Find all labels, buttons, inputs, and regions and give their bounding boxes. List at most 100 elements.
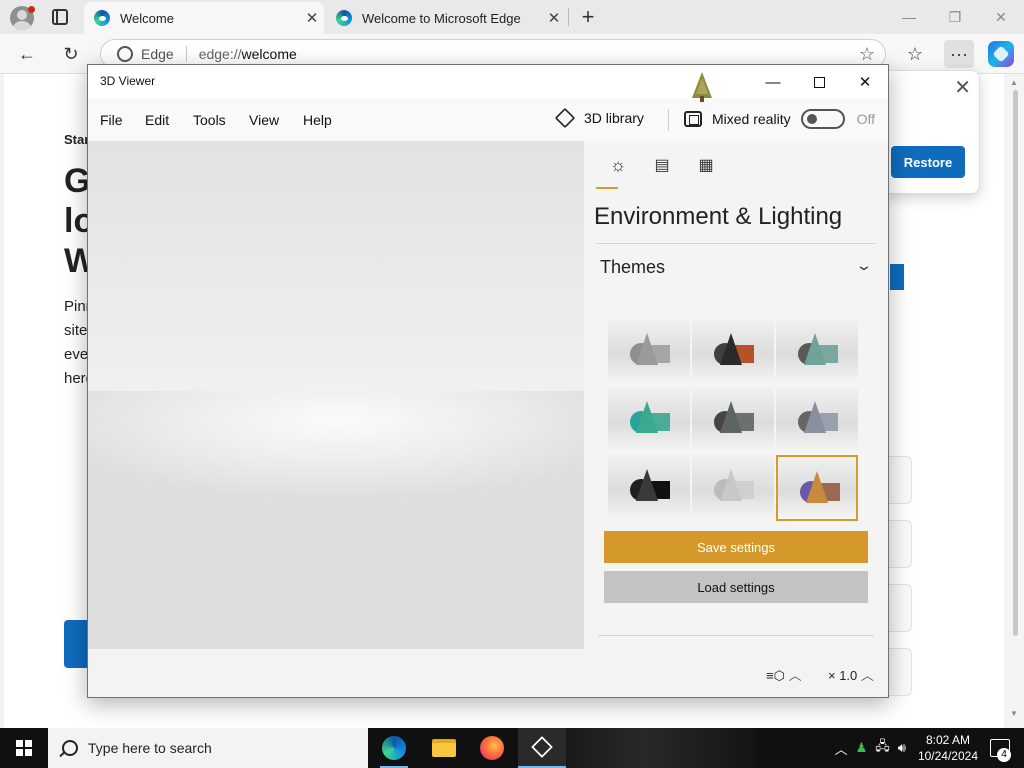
url-scheme: edge:// <box>198 46 242 62</box>
themes-expander[interactable]: Themes ⌄ <box>600 257 873 278</box>
system-tray: ︿ ♟ 🖧 🔊︎ 8:02 AM 10/24/2024 4 <box>831 728 1024 768</box>
grid-icon: ▦ <box>698 157 714 174</box>
back-arrow-icon[interactable]: ← <box>12 40 42 68</box>
network-icon[interactable]: 🖧 <box>875 737 890 759</box>
theme-thumbnail[interactable] <box>776 455 858 521</box>
menu-help[interactable]: Help <box>303 112 332 128</box>
copilot-icon[interactable] <box>988 41 1014 67</box>
mixed-reality-control[interactable]: Mixed reality Off <box>684 109 875 129</box>
minimize-icon[interactable]: — <box>750 65 796 99</box>
tab-actions-icon[interactable] <box>52 9 68 25</box>
taskbar-search[interactable]: Type here to search <box>48 728 368 768</box>
popup-close-icon[interactable]: ✕ <box>954 75 971 100</box>
window-title: 3D Viewer <box>100 74 156 88</box>
edge-favicon-icon <box>94 10 110 26</box>
3d-library-button[interactable]: 3D library <box>554 107 644 129</box>
mixed-reality-toggle[interactable] <box>800 109 845 129</box>
favorite-star-icon[interactable]: ☆ <box>859 44 875 65</box>
settings-more-icon[interactable]: ··· <box>944 40 974 68</box>
speed-value: × 1.0 <box>828 668 858 683</box>
menu-view[interactable]: View <box>249 112 279 128</box>
3d-viewport[interactable] <box>88 141 584 649</box>
theme-cone-shape <box>804 333 826 365</box>
scroll-thumb[interactable] <box>1013 90 1018 636</box>
menu-edit[interactable]: Edit <box>145 112 169 128</box>
theme-grid <box>608 319 860 523</box>
chevron-up-icon[interactable]: ︿ <box>835 739 848 758</box>
theme-cone-shape <box>636 401 658 433</box>
mixed-reality-state: Off <box>856 111 876 127</box>
tab-environment-lighting[interactable]: ☼ <box>596 155 640 189</box>
windows-taskbar: Type here to search ︿ ♟ 🖧 🔊︎ 8:02 AM 10/… <box>0 728 1024 768</box>
theme-cone-shape <box>636 333 658 365</box>
tab-welcome-to-edge[interactable]: Welcome to Microsoft Edge ✕ <box>326 2 566 34</box>
mixed-reality-label: Mixed reality <box>712 111 791 127</box>
edge-icon <box>382 736 406 760</box>
restore-popup: ✕ Restore <box>882 70 980 194</box>
volume-icon[interactable]: 🔊︎ <box>898 740 906 756</box>
edge-favicon-icon <box>336 10 352 26</box>
favorites-icon[interactable]: ☆ <box>900 40 930 68</box>
tab-stats-shading[interactable]: ▤ <box>640 155 684 189</box>
maximize-icon[interactable] <box>796 65 842 99</box>
page-scrollbar[interactable]: ▲ ▼ <box>1006 74 1024 722</box>
close-icon[interactable]: ✕ <box>842 65 888 99</box>
theme-thumbnail[interactable] <box>776 319 858 385</box>
mixed-reality-icon <box>684 111 702 127</box>
divider <box>596 243 876 244</box>
menu-separator <box>668 109 669 131</box>
3d-viewer-icon <box>531 736 553 758</box>
clock-time: 8:02 AM <box>925 733 970 747</box>
notification-icon[interactable]: 4 <box>990 739 1011 762</box>
taskbar-file-explorer[interactable] <box>420 728 468 768</box>
theme-thumbnail[interactable] <box>692 319 774 385</box>
user-status-icon[interactable]: ♟ <box>856 740 868 756</box>
refresh-icon[interactable]: ↻ <box>56 40 86 68</box>
scroll-down-icon[interactable]: ▼ <box>1010 709 1018 718</box>
load-settings-button[interactable]: Load settings <box>604 571 868 603</box>
menu-file[interactable]: File <box>100 112 123 128</box>
speed-control[interactable]: × 1.0 ︿ <box>828 665 874 684</box>
taskbar-3d-viewer[interactable] <box>518 728 566 768</box>
minimize-icon[interactable]: — <box>886 0 932 34</box>
theme-cone-shape <box>720 401 742 433</box>
edge-tab-strip: Welcome ✕ Welcome to Microsoft Edge ✕ + … <box>0 0 1024 34</box>
url-text: edge://welcome <box>187 46 297 62</box>
tab-grid-views[interactable]: ▦ <box>684 155 728 189</box>
panel-heading: Environment & Lighting <box>594 203 843 230</box>
restore-window-icon[interactable]: ❐ <box>932 0 978 34</box>
taskbar-edge[interactable] <box>370 728 418 768</box>
search-placeholder: Type here to search <box>88 740 212 756</box>
taskbar-wallpaper <box>566 728 756 768</box>
theme-thumbnail[interactable] <box>608 455 690 521</box>
animation-control[interactable]: ≡⬡ ︿ <box>766 665 802 684</box>
tab-separator <box>568 8 569 26</box>
tab-welcome[interactable]: Welcome ✕ <box>84 2 324 34</box>
clock-date: 10/24/2024 <box>917 749 978 763</box>
theme-thumbnail[interactable] <box>692 387 774 453</box>
theme-thumbnail[interactable] <box>692 455 774 521</box>
chevron-down-icon: ⌄ <box>855 257 873 273</box>
viewport-floor <box>88 391 584 649</box>
menu-tools[interactable]: Tools <box>193 112 226 128</box>
environment-lighting-panel: ☼ ▤ ▦ Environment & Lighting Themes ⌄ Sa… <box>584 141 888 649</box>
close-window-icon[interactable]: ✕ <box>978 0 1024 34</box>
theme-thumbnail[interactable] <box>608 319 690 385</box>
theme-thumbnail[interactable] <box>608 387 690 453</box>
theme-cone-shape <box>636 469 658 501</box>
scroll-up-icon[interactable]: ▲ <box>1010 78 1018 87</box>
save-settings-button[interactable]: Save settings <box>604 531 868 563</box>
new-tab-button[interactable]: + <box>576 4 600 30</box>
3d-viewer-window: 3D Viewer — ✕ File Edit Tools View Help … <box>87 64 889 698</box>
tab-close-icon[interactable]: ✕ <box>300 9 324 27</box>
start-button[interactable] <box>0 728 48 768</box>
restore-button[interactable]: Restore <box>891 146 965 178</box>
search-icon <box>62 740 78 756</box>
windows-logo-icon <box>16 740 32 756</box>
divider <box>598 635 874 636</box>
edge-site-icon <box>117 46 133 62</box>
theme-thumbnail[interactable] <box>776 387 858 453</box>
clock[interactable]: 8:02 AM 10/24/2024 <box>918 732 978 764</box>
taskbar-firefox[interactable] <box>468 728 516 768</box>
tab-close-icon[interactable]: ✕ <box>542 9 566 27</box>
